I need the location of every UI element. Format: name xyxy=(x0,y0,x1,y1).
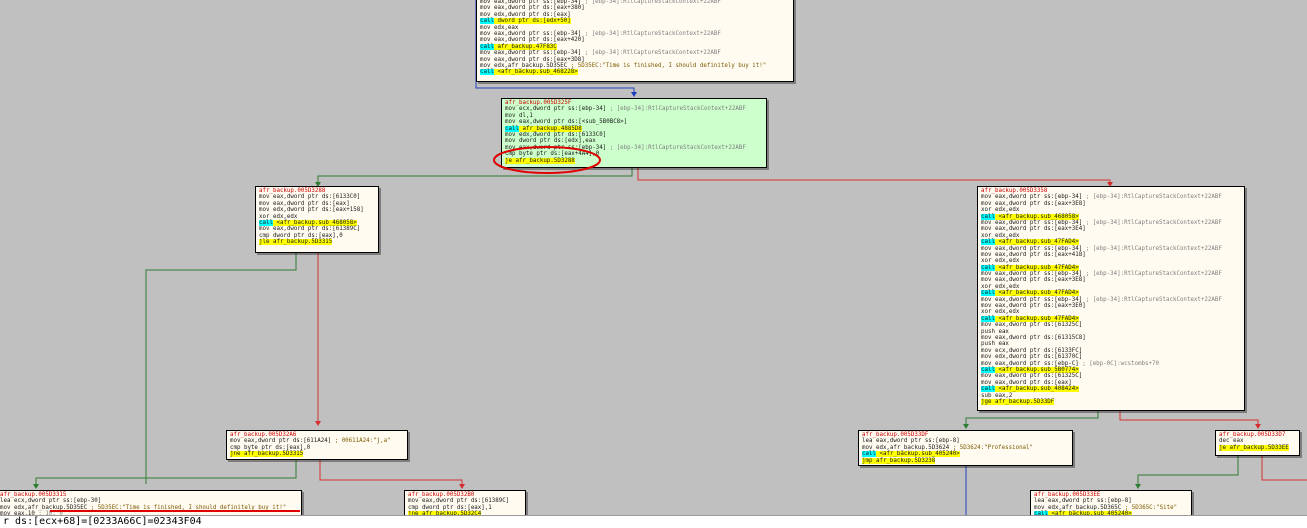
instruction-line[interactable]: je afr_backup.5D3288 xyxy=(505,157,763,164)
code-block-bottom-middle[interactable]: afr_backup.005D32B0 mov eax,dword ptr ds:… xyxy=(404,490,526,515)
code-block-left[interactable]: afr_backup.005D3288 mov eax,dword ptr ds:… xyxy=(255,186,379,253)
edge-mid2-false xyxy=(319,460,465,489)
status-text: r ds:[ecx+68]=[0233A66C]=02343F04 xyxy=(3,516,202,527)
edge-mid-true-left xyxy=(315,166,633,187)
code-block-far-right[interactable]: afr_backup.005D33D7 dec eax je afr_backup.… xyxy=(1215,430,1300,456)
code-block-lower-middle[interactable]: afr_backup.005D32A6 mov eax,dword ptr ds:… xyxy=(226,430,408,460)
edge-mid2-true xyxy=(33,460,297,489)
edge-left1-false xyxy=(315,253,321,426)
edge-right1-false xyxy=(1119,411,1261,429)
instruction-line[interactable]: jge afr_backup.5D33DF xyxy=(981,398,1241,405)
instruction-line[interactable]: jne afr_backup.5D3315 xyxy=(230,451,404,458)
code-block-top[interactable]: mov eax,dword ptr ss:[ebp-34] ; [ebp-34]… xyxy=(476,0,794,82)
edge-mid-false-right xyxy=(637,166,1113,187)
edge-right1-true xyxy=(963,411,1099,429)
control-flow-graph[interactable]: mov eax,dword ptr ss:[ebp-34] ; [ebp-34]… xyxy=(0,0,1307,515)
red-underline-time-finished xyxy=(50,510,300,512)
instruction-line[interactable]: je afr_backup.5D33EE xyxy=(1219,444,1296,451)
instruction-line[interactable]: jle afr_backup.5D3315 xyxy=(259,239,375,246)
edge-farright-true xyxy=(1135,456,1239,489)
code-block-lower-right[interactable]: afr_backup.005D33DF lea eax,dword ptr ss:… xyxy=(858,430,1073,466)
instruction-line[interactable]: jmp afr_backup.5D3238 xyxy=(862,457,1069,464)
code-block-selected[interactable]: afr_backup.005D325F mov ecx,dword ptr ss:… xyxy=(501,98,767,168)
code-block-bottom-right[interactable]: afr_backup.005D33EE lea eax,dword ptr ss:… xyxy=(1030,490,1192,515)
instruction-line[interactable]: mov ecx,dword ptr ss:[ebp-34] ; [ebp-34]… xyxy=(505,106,763,112)
status-bar: r ds:[ecx+68]=[0233A66C]=02343F04 xyxy=(0,515,1307,528)
instruction-line[interactable]: call <afr_backup.sub_468228> xyxy=(480,69,790,76)
edge-farright-false xyxy=(1261,456,1307,481)
code-block-right[interactable]: afr_backup.005D3358 mov eax,dword ptr ss:… xyxy=(977,186,1245,411)
